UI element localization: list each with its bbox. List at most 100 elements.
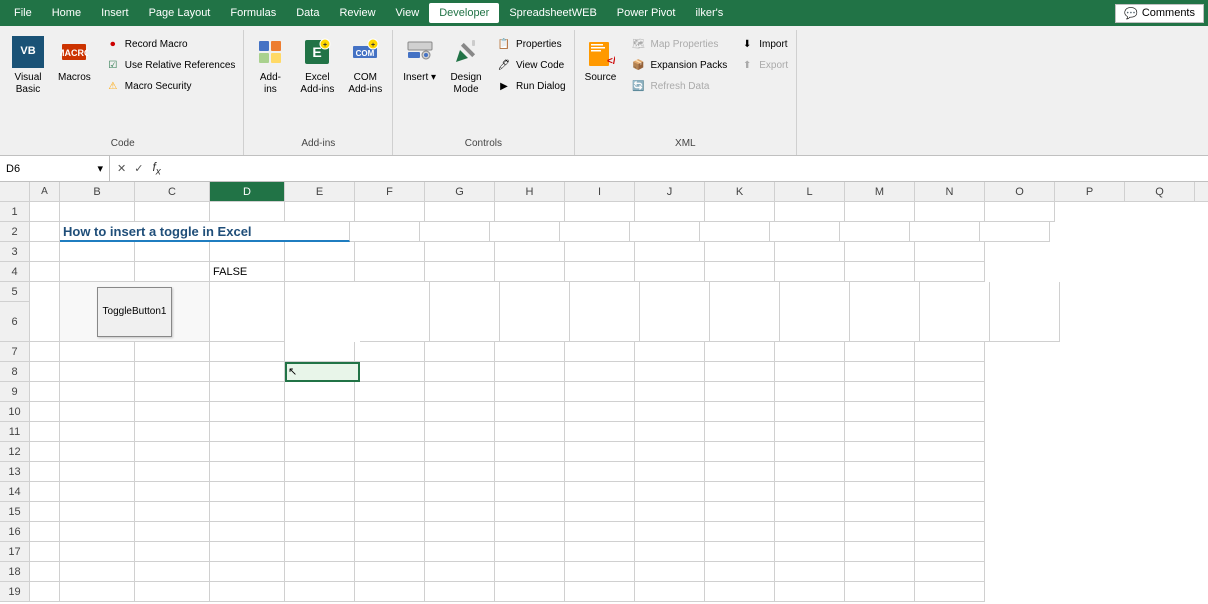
cell-j11[interactable] [635, 422, 705, 442]
cell-o1[interactable] [985, 202, 1055, 222]
cell-c4[interactable] [135, 262, 210, 282]
cell-j1[interactable] [635, 202, 705, 222]
menu-home[interactable]: Home [42, 3, 91, 23]
cell-j8[interactable] [635, 362, 705, 382]
cell-k15[interactable] [705, 502, 775, 522]
cell-l19[interactable] [775, 582, 845, 602]
cell-a17[interactable] [30, 542, 60, 562]
cell-m9[interactable] [845, 382, 915, 402]
cell-k1[interactable] [705, 202, 775, 222]
cell-e11[interactable] [285, 422, 355, 442]
cell-g1[interactable] [425, 202, 495, 222]
cell-h9[interactable] [495, 382, 565, 402]
cell-b10[interactable] [60, 402, 135, 422]
cell-i17[interactable] [565, 542, 635, 562]
cell-g10[interactable] [425, 402, 495, 422]
cell-j16[interactable] [635, 522, 705, 542]
cell-l17[interactable] [775, 542, 845, 562]
cell-f2[interactable] [420, 222, 490, 242]
cell-b3[interactable] [60, 242, 135, 262]
cell-d8[interactable] [210, 362, 285, 382]
cell-h13[interactable] [495, 462, 565, 482]
cell-b11[interactable] [60, 422, 135, 442]
com-add-ins-button[interactable]: COM + COMAdd-ins [342, 32, 388, 108]
comments-button[interactable]: 💬 Comments [1115, 4, 1204, 23]
cell-e9[interactable] [285, 382, 355, 402]
toggle-button[interactable]: ToggleButton1 [97, 287, 172, 337]
cell-a7[interactable] [30, 342, 60, 362]
cell-h14[interactable] [495, 482, 565, 502]
cell-a1[interactable] [30, 202, 60, 222]
cell-n2[interactable] [980, 222, 1050, 242]
cell-a5[interactable] [30, 282, 60, 342]
cell-m17[interactable] [845, 542, 915, 562]
cell-j18[interactable] [635, 562, 705, 582]
cell-g7[interactable] [425, 342, 495, 362]
col-header-h[interactable]: H [495, 182, 565, 202]
cell-m2[interactable] [910, 222, 980, 242]
cell-i56[interactable] [640, 282, 710, 342]
expansion-packs-button[interactable]: 📦 Expansion Packs [627, 55, 732, 75]
cell-n9[interactable] [915, 382, 985, 402]
cell-a14[interactable] [30, 482, 60, 502]
cell-c15[interactable] [135, 502, 210, 522]
cell-f18[interactable] [355, 562, 425, 582]
cell-f56[interactable] [430, 282, 500, 342]
macro-security-button[interactable]: ⚠ Macro Security [101, 76, 240, 96]
cell-c13[interactable] [135, 462, 210, 482]
cell-e16[interactable] [285, 522, 355, 542]
cell-g8[interactable] [425, 362, 495, 382]
cell-b9[interactable] [60, 382, 135, 402]
cell-m56[interactable] [920, 282, 990, 342]
cell-h3[interactable] [495, 242, 565, 262]
source-button[interactable]: </> Source [579, 32, 623, 108]
cell-c3[interactable] [135, 242, 210, 262]
cell-d11[interactable] [210, 422, 285, 442]
cell-j3[interactable] [635, 242, 705, 262]
cell-i14[interactable] [565, 482, 635, 502]
cell-b13[interactable] [60, 462, 135, 482]
cell-i9[interactable] [565, 382, 635, 402]
menu-page-layout[interactable]: Page Layout [139, 3, 221, 23]
cell-j9[interactable] [635, 382, 705, 402]
col-header-q[interactable]: Q [1125, 182, 1195, 202]
cell-g15[interactable] [425, 502, 495, 522]
cell-i4[interactable] [565, 262, 635, 282]
cell-j13[interactable] [635, 462, 705, 482]
cell-f19[interactable] [355, 582, 425, 602]
cell-d13[interactable] [210, 462, 285, 482]
cell-m8[interactable] [845, 362, 915, 382]
cell-h17[interactable] [495, 542, 565, 562]
cell-l14[interactable] [775, 482, 845, 502]
cell-k4[interactable] [705, 262, 775, 282]
cell-i18[interactable] [565, 562, 635, 582]
col-header-r[interactable]: R [1195, 182, 1208, 202]
cell-a8[interactable] [30, 362, 60, 382]
cell-a16[interactable] [30, 522, 60, 542]
cell-f17[interactable] [355, 542, 425, 562]
cell-m19[interactable] [845, 582, 915, 602]
cell-m1[interactable] [845, 202, 915, 222]
cell-d12[interactable] [210, 442, 285, 462]
cell-l15[interactable] [775, 502, 845, 522]
col-header-p[interactable]: P [1055, 182, 1125, 202]
cell-i13[interactable] [565, 462, 635, 482]
cell-l11[interactable] [775, 422, 845, 442]
cell-k19[interactable] [705, 582, 775, 602]
cell-g2[interactable] [490, 222, 560, 242]
cell-b14[interactable] [60, 482, 135, 502]
cell-j4[interactable] [635, 262, 705, 282]
cell-g18[interactable] [425, 562, 495, 582]
design-mode-button[interactable]: DesignMode [444, 32, 488, 108]
cell-h12[interactable] [495, 442, 565, 462]
cell-g13[interactable] [425, 462, 495, 482]
cell-k17[interactable] [705, 542, 775, 562]
cell-n8[interactable] [915, 362, 985, 382]
refresh-data-button[interactable]: 🔄 Refresh Data [627, 76, 732, 96]
cell-e10[interactable] [285, 402, 355, 422]
cell-f8[interactable] [355, 362, 425, 382]
export-button[interactable]: ⬆ Export [735, 55, 792, 75]
cell-e14[interactable] [285, 482, 355, 502]
cell-m12[interactable] [845, 442, 915, 462]
cell-b18[interactable] [60, 562, 135, 582]
